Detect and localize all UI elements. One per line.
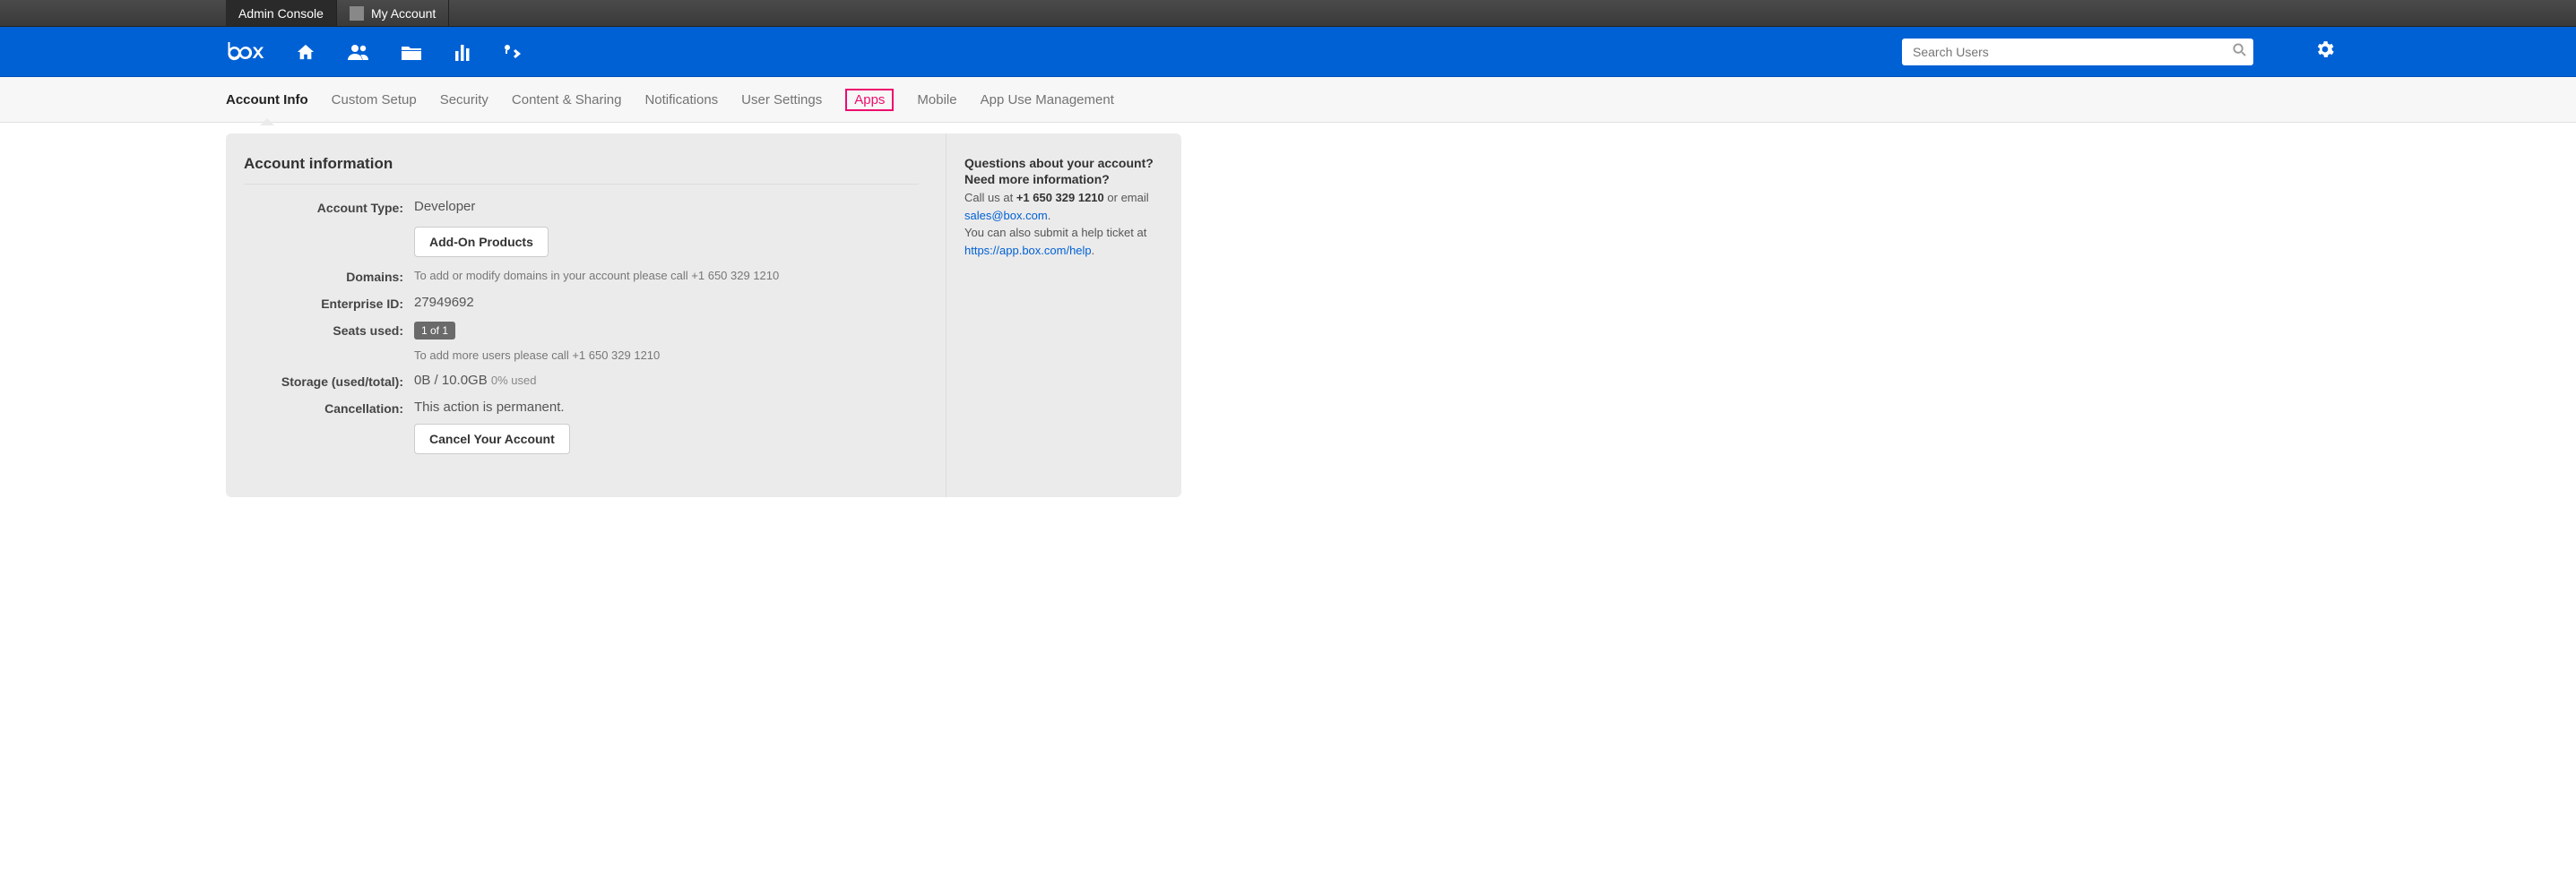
folder-icon[interactable] [402,44,421,60]
tab-admin-console[interactable]: Admin Console [226,0,337,26]
domains-value: To add or modify domains in your account… [414,269,779,282]
account-type-value: Developer [414,199,919,214]
users-icon[interactable] [348,44,369,60]
integrations-icon[interactable] [504,44,523,60]
side-title: Questions about your account? Need more … [964,155,1163,187]
domains-label: Domains: [244,268,414,284]
search-icon[interactable] [2233,43,2246,61]
tab-my-account-label: My Account [371,6,436,21]
seats-hint: To add more users please call +1 650 329… [414,348,919,362]
subnav-security[interactable]: Security [440,89,488,111]
side-ticket-prefix: You can also submit a help ticket at [964,226,1146,239]
subnav-notifications[interactable]: Notifications [644,89,718,111]
content-area: Account information Account Type: Develo… [0,123,2576,533]
box-logo[interactable] [226,40,269,64]
settings-gear-icon[interactable] [2316,40,2334,63]
tab-admin-console-label: Admin Console [238,6,324,21]
storage-pct: 0% used [491,374,537,387]
search-container [1902,39,2253,65]
account-card: Account information Account Type: Develo… [226,133,1181,497]
tab-my-account[interactable]: My Account [337,0,449,26]
field-domains: Domains: To add or modify domains in you… [244,268,919,284]
field-account-type: Account Type: Developer Add-On Products [244,199,919,257]
seats-label: Seats used: [244,322,414,338]
main-nav [0,27,2576,77]
side-help-link[interactable]: https://app.box.com/help [964,244,1092,257]
nav-icon-row [296,43,523,61]
top-bar: Admin Console My Account [0,0,2576,27]
search-input[interactable] [1902,39,2253,65]
subnav-app-use[interactable]: App Use Management [981,89,1114,111]
cancel-label: Cancellation: [244,400,414,416]
side-call-prefix: Call us at [964,191,1016,204]
subnav-custom-setup[interactable]: Custom Setup [332,89,417,111]
field-seats: Seats used: 1 of 1 To add more users ple… [244,322,919,362]
subnav-mobile[interactable]: Mobile [917,89,956,111]
storage-value: 0B / 10.0GB [414,373,488,388]
enterprise-id-label: Enterprise ID: [244,295,414,311]
subnav-user-settings[interactable]: User Settings [741,89,822,111]
side-or-email: or email [1104,191,1149,204]
card-side: Questions about your account? Need more … [947,133,1181,497]
field-enterprise-id: Enterprise ID: 27949692 [244,295,919,311]
section-title: Account information [244,155,919,185]
addon-products-button[interactable]: Add-On Products [414,227,549,257]
account-type-label: Account Type: [244,199,414,215]
cancel-desc: This action is permanent. [414,400,919,415]
avatar [350,6,364,21]
cancel-account-button[interactable]: Cancel Your Account [414,424,570,454]
enterprise-id-value: 27949692 [414,295,919,310]
side-phone: +1 650 329 1210 [1016,191,1104,204]
card-main: Account information Account Type: Develo… [226,133,947,497]
side-email-link[interactable]: sales@box.com [964,209,1048,222]
subnav-content-sharing[interactable]: Content & Sharing [512,89,622,111]
side-text: Call us at +1 650 329 1210 or email sale… [964,189,1163,259]
field-storage: Storage (used/total): 0B / 10.0GB 0% use… [244,373,919,389]
subnav-apps[interactable]: Apps [845,89,894,111]
subnav-account-info[interactable]: Account Info [226,89,308,111]
side-period1: . [1048,209,1051,222]
side-period2: . [1092,244,1095,257]
subnav-bar: Account Info Custom Setup Security Conte… [0,77,2576,123]
seats-badge: 1 of 1 [414,322,455,340]
reports-icon[interactable] [454,43,471,61]
field-cancellation: Cancellation: This action is permanent. … [244,400,919,454]
storage-label: Storage (used/total): [244,373,414,389]
home-icon[interactable] [296,43,316,61]
